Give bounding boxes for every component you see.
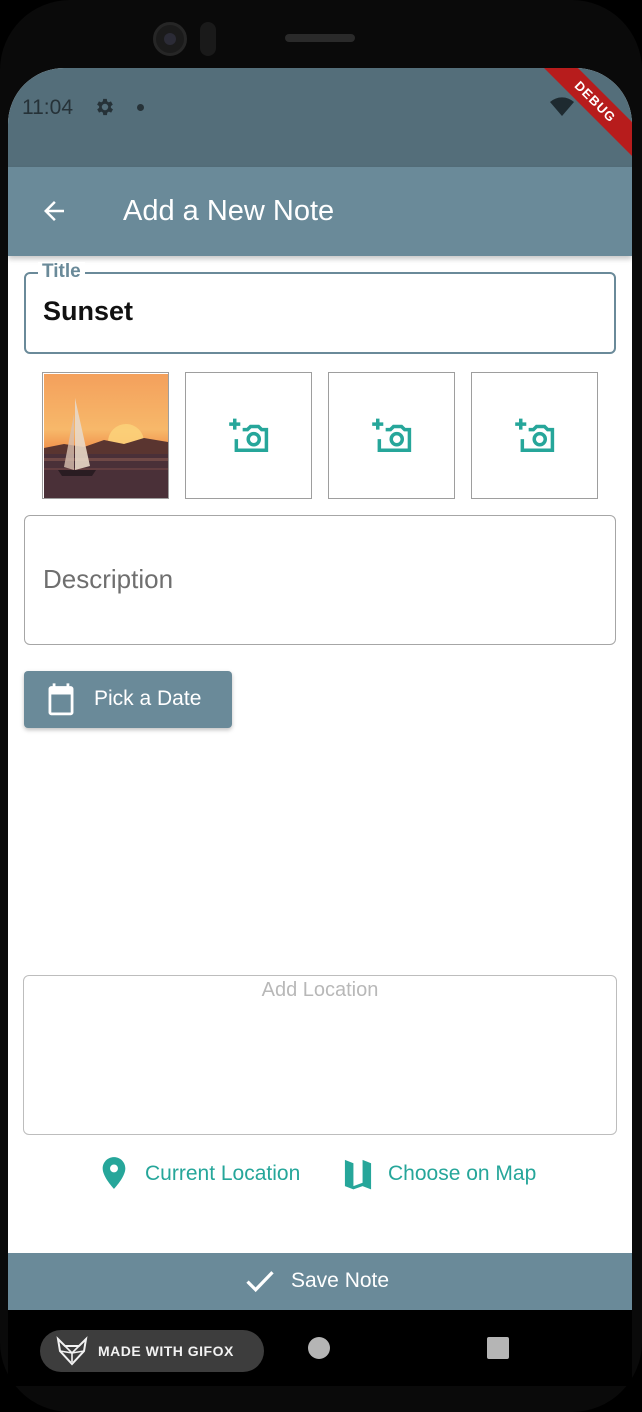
location-preview: Add Location xyxy=(23,975,617,1135)
front-camera xyxy=(153,22,187,56)
current-location-button[interactable]: Current Location xyxy=(100,1156,320,1192)
save-note-label: Save Note xyxy=(291,1269,390,1292)
gifox-text: MADE WITH GIFOX xyxy=(98,1343,234,1359)
description-placeholder: Description xyxy=(43,564,174,594)
choose-on-map-label: Choose on Map xyxy=(388,1162,537,1185)
map-icon xyxy=(344,1159,372,1190)
nav-recents-button[interactable] xyxy=(487,1337,509,1359)
proximity-sensor xyxy=(200,22,216,56)
title-field-label: Title xyxy=(38,262,85,282)
save-note-button[interactable]: Save Note xyxy=(8,1253,632,1310)
add-a-photo-icon xyxy=(371,418,411,452)
check-icon xyxy=(246,1271,274,1293)
location-placeholder: Add Location xyxy=(261,979,379,1001)
title-input[interactable]: Title Sunset xyxy=(24,262,616,354)
gifox-watermark: MADE WITH GIFOX xyxy=(40,1330,264,1372)
app-bar: Add a New Note xyxy=(8,167,632,256)
current-location-label: Current Location xyxy=(145,1162,301,1185)
location-pin-icon xyxy=(102,1157,126,1189)
photo-slot-3[interactable] xyxy=(328,372,455,499)
add-a-photo-icon xyxy=(514,418,554,452)
status-time: 11:04 xyxy=(22,96,73,119)
pick-date-label: Pick a Date xyxy=(94,687,202,710)
sunset-photo xyxy=(43,373,168,498)
pick-date-button[interactable]: Pick a Date xyxy=(24,671,232,728)
debug-banner: DEBUG xyxy=(533,68,632,164)
description-input[interactable]: Description xyxy=(24,515,616,645)
earpiece-speaker xyxy=(285,34,355,42)
choose-on-map-button[interactable]: Choose on Map xyxy=(342,1156,552,1192)
app-screen: 11:04 DEBUG Add a New Note Title Sunset xyxy=(8,68,632,1310)
calendar-icon xyxy=(48,683,74,716)
arrow-back-icon xyxy=(44,201,64,221)
settings-gear-icon xyxy=(97,98,113,116)
add-a-photo-icon xyxy=(228,418,268,452)
title-field-value: Sunset xyxy=(43,296,134,326)
photo-slot-1[interactable] xyxy=(42,372,169,499)
back-button[interactable] xyxy=(34,191,74,231)
photo-slot-2[interactable] xyxy=(185,372,312,499)
photo-slot-4[interactable] xyxy=(471,372,598,499)
fox-logo-icon xyxy=(56,1336,88,1366)
wifi-icon xyxy=(550,97,574,116)
notification-dot-icon xyxy=(137,104,144,111)
page-title: Add a New Note xyxy=(123,195,335,227)
status-bar: 11:04 DEBUG xyxy=(8,68,632,167)
nav-home-button[interactable] xyxy=(308,1337,330,1359)
